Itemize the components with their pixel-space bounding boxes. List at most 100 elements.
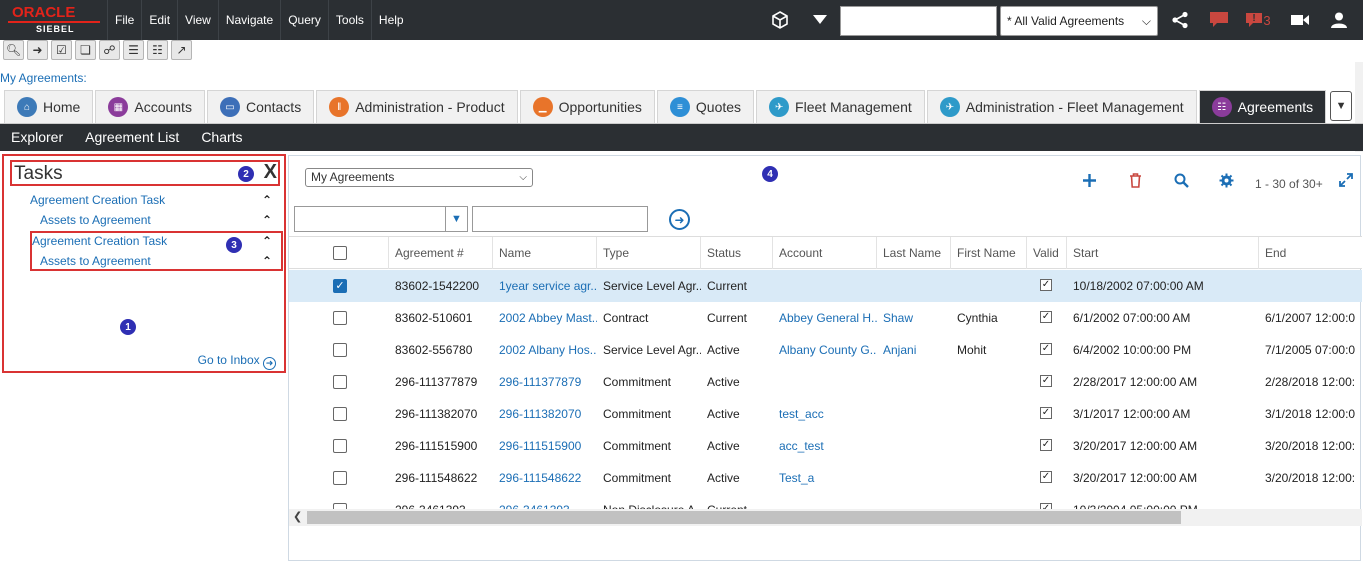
cell-name[interactable]: 296-111548622 bbox=[499, 462, 597, 494]
task-group-agreement-creation[interactable]: Agreement Creation Task bbox=[30, 193, 165, 207]
cell-name[interactable]: 1year service agr... bbox=[499, 270, 597, 302]
cell-last-name[interactable]: Shaw bbox=[883, 302, 951, 334]
cell-last-name[interactable]: Anjani bbox=[883, 334, 951, 366]
cell-account[interactable]: acc_test bbox=[779, 430, 877, 462]
user-icon[interactable] bbox=[1327, 8, 1351, 32]
cell-account[interactable]: Abbey General H... bbox=[779, 302, 877, 334]
share-icon[interactable] bbox=[1168, 8, 1192, 32]
menu-navigate[interactable]: Navigate bbox=[217, 0, 280, 40]
query-field-select[interactable]: ▼ bbox=[294, 206, 468, 232]
view-explorer[interactable]: Explorer bbox=[0, 124, 74, 151]
table-row[interactable]: 296-111382070 296-111382070 Commitment Acti… bbox=[289, 398, 1362, 430]
column-account[interactable]: Account bbox=[773, 237, 877, 269]
menu-help[interactable]: Help bbox=[370, 0, 411, 40]
document-icon[interactable]: ☷ bbox=[147, 40, 168, 60]
menu-file[interactable]: File bbox=[107, 0, 141, 40]
cube-icon[interactable] bbox=[768, 8, 792, 32]
cell-account[interactable]: test_acc bbox=[779, 398, 877, 430]
table-row[interactable]: 296-111548622 296-111548622 Commitment Acti… bbox=[289, 462, 1362, 494]
task-item-assets-to-agreement[interactable]: Assets to Agreement bbox=[40, 213, 151, 227]
row-checkbox[interactable] bbox=[333, 439, 347, 453]
tab-administration-product[interactable]: ‖ Administration - Product bbox=[316, 90, 518, 123]
cell-account[interactable]: Albany County G... bbox=[779, 334, 877, 366]
search-icon[interactable] bbox=[1174, 173, 1189, 192]
cell-account[interactable]: Test_a bbox=[779, 462, 877, 494]
search-input[interactable] bbox=[840, 6, 997, 36]
cell-account[interactable] bbox=[779, 494, 877, 509]
table-row[interactable]: 83602-510601 2002 Abbey Mast... Contract Cu… bbox=[289, 302, 1362, 334]
column-last-name[interactable]: Last Name bbox=[877, 237, 951, 269]
chevron-up-icon[interactable]: ⌃ bbox=[262, 193, 272, 207]
menu-tools[interactable]: Tools bbox=[327, 0, 371, 40]
checklist-icon[interactable]: ☑ bbox=[51, 40, 72, 60]
scroll-left-icon[interactable]: ❮ bbox=[293, 510, 302, 523]
column-type[interactable]: Type bbox=[597, 237, 701, 269]
row-checkbox[interactable] bbox=[333, 375, 347, 389]
cell-name[interactable]: 296-111515900 bbox=[499, 430, 597, 462]
scrollbar-thumb[interactable] bbox=[307, 511, 1181, 524]
query-value-input[interactable] bbox=[472, 206, 648, 232]
more-tabs-button[interactable]: ▼ bbox=[1330, 91, 1353, 121]
column-first-name[interactable]: First Name bbox=[951, 237, 1027, 269]
clipboard-icon[interactable]: ❏ bbox=[75, 40, 96, 60]
row-checkbox[interactable] bbox=[333, 311, 347, 325]
task-item-assets-to-agreement[interactable]: Assets to Agreement bbox=[40, 254, 151, 268]
cell-account[interactable] bbox=[779, 366, 877, 398]
go-icon[interactable]: ➜ bbox=[27, 40, 48, 60]
tab-agreements[interactable]: ☷ Agreements bbox=[1198, 90, 1327, 123]
workflow-icon[interactable]: ☍ bbox=[99, 40, 120, 60]
cell-name[interactable]: 296-3461393 bbox=[499, 494, 597, 509]
horizontal-scrollbar[interactable]: ❮ bbox=[289, 509, 1362, 526]
visibility-select[interactable]: My Agreements ⌵ bbox=[305, 168, 533, 187]
cell-last-name[interactable] bbox=[883, 494, 951, 509]
menu-view[interactable]: View bbox=[177, 0, 218, 40]
row-checkbox[interactable] bbox=[333, 407, 347, 421]
cell-name[interactable]: 296-111382070 bbox=[499, 398, 597, 430]
tab-administration-fleet-management[interactable]: ✈ Administration - Fleet Management bbox=[926, 90, 1197, 123]
column-status[interactable]: Status bbox=[701, 237, 773, 269]
menu-edit[interactable]: Edit bbox=[141, 0, 177, 40]
cell-name[interactable]: 296-111377879 bbox=[499, 366, 597, 398]
cell-name[interactable]: 2002 Albany Hos... bbox=[499, 334, 597, 366]
go-button[interactable]: ➜ bbox=[669, 209, 690, 230]
column-start[interactable]: Start bbox=[1067, 237, 1259, 269]
row-checkbox[interactable] bbox=[333, 471, 347, 485]
expand-icon[interactable] bbox=[1339, 173, 1353, 191]
cell-account[interactable] bbox=[779, 270, 877, 302]
cell-last-name[interactable] bbox=[883, 270, 951, 302]
chevron-up-icon[interactable]: ⌃ bbox=[262, 213, 272, 227]
gear-icon[interactable] bbox=[1219, 173, 1234, 192]
table-row[interactable]: 296-111515900 296-111515900 Commitment Acti… bbox=[289, 430, 1362, 462]
cell-last-name[interactable] bbox=[883, 398, 951, 430]
close-icon[interactable]: X bbox=[264, 161, 277, 184]
tab-opportunities[interactable]: ▁ Opportunities bbox=[519, 90, 655, 123]
column-name[interactable]: Name bbox=[493, 237, 597, 269]
breadcrumb[interactable]: My Agreements: bbox=[0, 71, 87, 85]
delete-icon[interactable] bbox=[1129, 173, 1142, 192]
caret-down-icon[interactable] bbox=[808, 8, 832, 32]
tab-quotes[interactable]: ≡ Quotes bbox=[656, 90, 755, 123]
column-agreement-number[interactable]: Agreement # bbox=[389, 237, 493, 269]
go-to-inbox-link[interactable]: Go to Inbox ➜ bbox=[198, 353, 276, 370]
cell-name[interactable]: 2002 Abbey Mast... bbox=[499, 302, 597, 334]
search-icon[interactable]: 🔍︎ bbox=[3, 40, 24, 60]
cell-last-name[interactable] bbox=[883, 430, 951, 462]
cell-last-name[interactable] bbox=[883, 366, 951, 398]
table-row[interactable]: 296-3461393 296-3461393 Non Disclosure A..… bbox=[289, 494, 1362, 509]
tab-contacts[interactable]: ▭ Contacts bbox=[206, 90, 315, 123]
chevron-up-icon[interactable]: ⌃ bbox=[262, 234, 272, 248]
tab-home[interactable]: ⌂ Home bbox=[4, 90, 94, 123]
list-icon[interactable]: ☰ bbox=[123, 40, 144, 60]
table-row[interactable]: ✓ 83602-1542200 1year service agr... Servic… bbox=[289, 270, 1362, 302]
add-icon[interactable] bbox=[1082, 173, 1097, 192]
row-checkbox[interactable]: ✓ bbox=[333, 279, 347, 293]
task-group-agreement-creation[interactable]: Agreement Creation Task bbox=[32, 234, 167, 248]
view-charts[interactable]: Charts bbox=[190, 124, 253, 151]
menu-query[interactable]: Query bbox=[280, 0, 328, 40]
select-all-checkbox[interactable] bbox=[333, 246, 347, 260]
video-icon[interactable] bbox=[1288, 8, 1312, 32]
chat-icon[interactable] bbox=[1207, 8, 1231, 32]
notification-icon[interactable]: ! 3 bbox=[1243, 8, 1273, 32]
tab-accounts[interactable]: ▦ Accounts bbox=[95, 90, 205, 123]
chart-icon[interactable]: ↗ bbox=[171, 40, 192, 60]
